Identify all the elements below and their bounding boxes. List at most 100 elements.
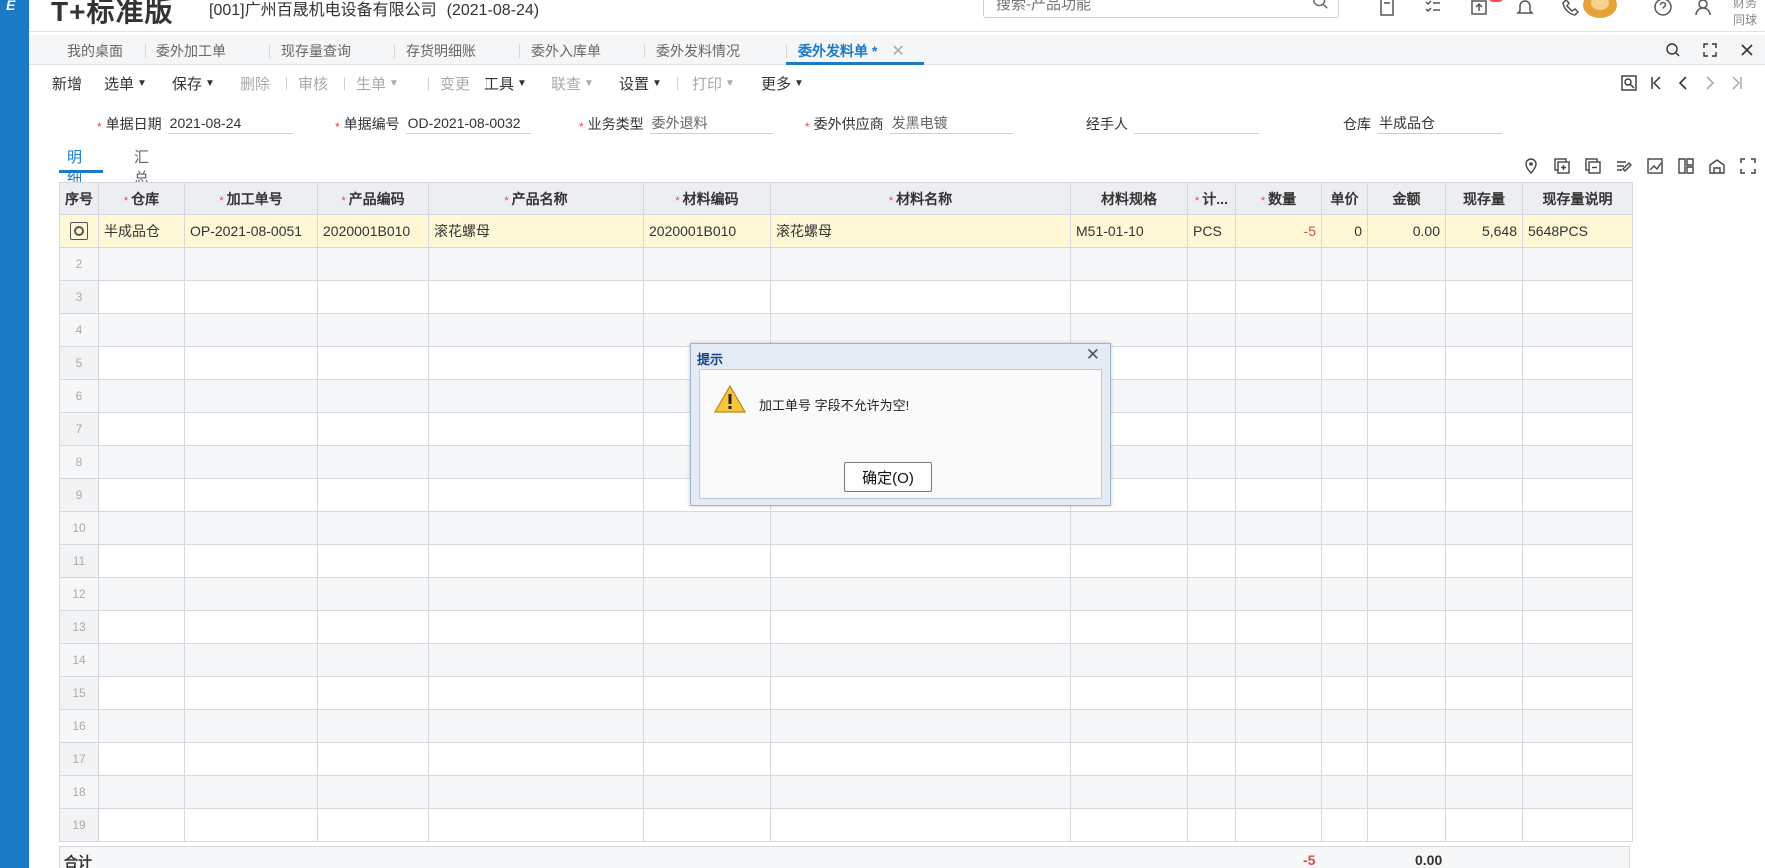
- grid-cell[interactable]: [428, 775, 644, 809]
- grid-cell[interactable]: [1522, 511, 1633, 545]
- grid-cell[interactable]: [1187, 412, 1236, 446]
- grid-cell[interactable]: [1445, 577, 1523, 611]
- col-stock[interactable]: 现存量: [1445, 182, 1523, 215]
- grid-cell[interactable]: [770, 643, 1071, 677]
- table-row[interactable]: 15: [59, 676, 1633, 710]
- grid-cell[interactable]: [1187, 643, 1236, 677]
- grid-cell[interactable]: [428, 379, 644, 413]
- grid-cell[interactable]: [643, 643, 771, 677]
- grid-cell[interactable]: [1321, 643, 1368, 677]
- warehouse-icon[interactable]: [1701, 156, 1732, 176]
- grid-cell[interactable]: [1070, 742, 1188, 776]
- grid-cell[interactable]: [1321, 610, 1368, 644]
- grid-cell[interactable]: [1367, 610, 1446, 644]
- grid-cell[interactable]: [1321, 247, 1368, 281]
- cell-price[interactable]: 0: [1321, 214, 1368, 248]
- grid-cell[interactable]: [1321, 709, 1368, 743]
- grid-cell[interactable]: [643, 742, 771, 776]
- search-input[interactable]: [984, 0, 1284, 17]
- grid-cell[interactable]: [1070, 577, 1188, 611]
- grid-cell[interactable]: [1235, 511, 1322, 545]
- tab-outsource-issue-order[interactable]: 委外发料单 * ✕: [798, 40, 905, 62]
- cell-product-code[interactable]: 2020001B010: [317, 214, 429, 248]
- grid-cell[interactable]: [1235, 676, 1322, 710]
- col-price[interactable]: 单价: [1321, 182, 1368, 215]
- grid-cell[interactable]: [98, 808, 185, 842]
- grid-cell[interactable]: [1367, 742, 1446, 776]
- grid-cell[interactable]: [1367, 313, 1446, 347]
- grid-cell[interactable]: [1445, 412, 1523, 446]
- grid-cell[interactable]: [184, 775, 318, 809]
- grid-cell[interactable]: [1187, 808, 1236, 842]
- grid-cell[interactable]: [98, 676, 185, 710]
- grid-cell[interactable]: [184, 676, 318, 710]
- grid-cell[interactable]: [428, 478, 644, 512]
- row-operation-cell[interactable]: [59, 214, 99, 248]
- grid-cell[interactable]: [1187, 742, 1236, 776]
- col-stock-desc[interactable]: 现存量说明: [1522, 182, 1633, 215]
- grid-cell[interactable]: [317, 577, 429, 611]
- grid-cell[interactable]: [428, 412, 644, 446]
- grid-cell[interactable]: [1522, 775, 1633, 809]
- grid-cell[interactable]: [1321, 577, 1368, 611]
- menu-icon[interactable]: E: [0, 0, 22, 12]
- tab-stock-query[interactable]: 现存量查询: [281, 40, 351, 62]
- grid-cell[interactable]: [770, 313, 1071, 347]
- grid-cell[interactable]: [1187, 280, 1236, 314]
- grid-cell[interactable]: [184, 643, 318, 677]
- generate-button[interactable]: 生单 ▼: [356, 73, 399, 93]
- grid-cell[interactable]: [428, 742, 644, 776]
- grid-cell[interactable]: [98, 280, 185, 314]
- col-material-code[interactable]: * 材料编码: [643, 182, 771, 215]
- grid-cell[interactable]: [317, 643, 429, 677]
- grid-cell[interactable]: [643, 676, 771, 710]
- grid-cell[interactable]: [1522, 346, 1633, 380]
- grid-cell[interactable]: [184, 346, 318, 380]
- col-unit[interactable]: * 计...: [1187, 182, 1236, 215]
- grid-cell[interactable]: [1522, 478, 1633, 512]
- grid-cell[interactable]: [1367, 544, 1446, 578]
- cell-spec[interactable]: M51-01-10: [1070, 214, 1188, 248]
- grid-cell[interactable]: [317, 412, 429, 446]
- handler-input[interactable]: [1134, 112, 1259, 134]
- grid-cell[interactable]: [1321, 346, 1368, 380]
- grid-cell[interactable]: [1187, 610, 1236, 644]
- grid-cell[interactable]: [1321, 478, 1368, 512]
- grid-cell[interactable]: [1187, 709, 1236, 743]
- grid-cell[interactable]: [1445, 445, 1523, 479]
- grid-cell[interactable]: [643, 511, 771, 545]
- grid-cell[interactable]: [1445, 742, 1523, 776]
- grid-cell[interactable]: [1235, 808, 1322, 842]
- grid-cell[interactable]: [98, 709, 185, 743]
- link-query-button[interactable]: 联查 ▼: [551, 73, 594, 93]
- grid-cell[interactable]: [1070, 808, 1188, 842]
- close-icon[interactable]: ✕: [891, 41, 904, 61]
- grid-cell[interactable]: [1187, 544, 1236, 578]
- grid-cell[interactable]: [1522, 808, 1633, 842]
- grid-cell[interactable]: [770, 775, 1071, 809]
- table-row[interactable]: 2: [59, 247, 1633, 281]
- grid-cell[interactable]: [98, 379, 185, 413]
- table-row[interactable]: 12: [59, 577, 1633, 611]
- grid-cell[interactable]: [428, 709, 644, 743]
- grid-cell[interactable]: [1367, 445, 1446, 479]
- grid-cell[interactable]: [1070, 280, 1188, 314]
- batch-edit-icon[interactable]: [1608, 156, 1639, 176]
- change-button[interactable]: 变更: [440, 73, 470, 93]
- table-row[interactable]: 14: [59, 643, 1633, 677]
- tab-outsource-order[interactable]: 委外加工单: [156, 40, 226, 62]
- grid-cell[interactable]: [643, 775, 771, 809]
- location-icon[interactable]: [1515, 156, 1546, 176]
- grid-cell[interactable]: [1367, 379, 1446, 413]
- grid-cell[interactable]: [428, 280, 644, 314]
- grid-cell[interactable]: [1445, 313, 1523, 347]
- grid-cell[interactable]: [1445, 610, 1523, 644]
- grid-cell[interactable]: [98, 643, 185, 677]
- grid-cell[interactable]: [428, 676, 644, 710]
- doc-no-input[interactable]: OD-2021-08-0032: [405, 112, 531, 134]
- grid-cell[interactable]: [1522, 709, 1633, 743]
- grid-cell[interactable]: [184, 412, 318, 446]
- col-product-name[interactable]: * 产品名称: [428, 182, 644, 215]
- grid-cell[interactable]: [770, 511, 1071, 545]
- grid-cell[interactable]: [1522, 313, 1633, 347]
